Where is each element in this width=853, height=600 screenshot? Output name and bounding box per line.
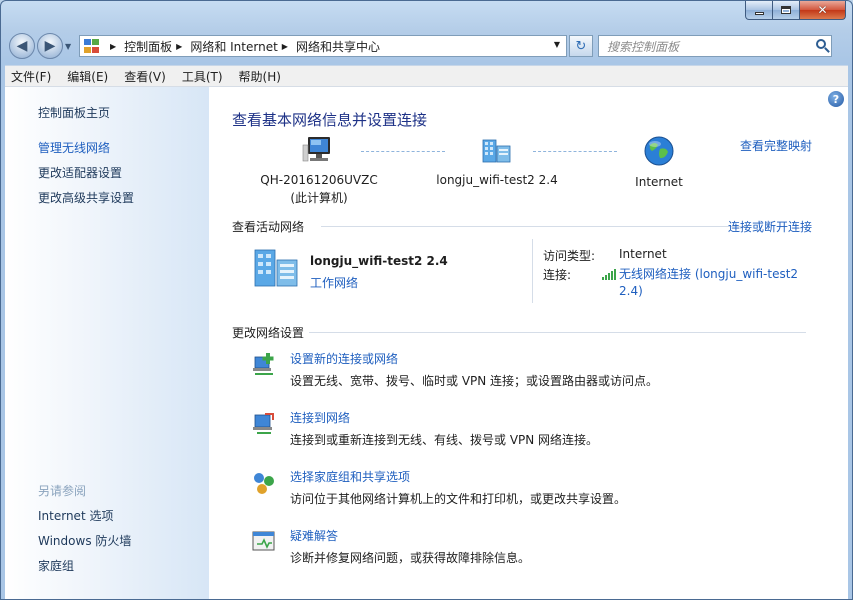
page-title: 查看基本网络信息并设置连接 [232,111,428,129]
new-connection-icon [253,353,274,375]
task-title-link[interactable]: 连接到网络 [290,409,350,426]
address-bar[interactable]: ▶ 控制面板 ▶ 网络和 Internet ▶ 网络和共享中心 ▼ [79,35,567,57]
task-description: 访问位于其他网络计算机上的文件和打印机，或更改共享设置。 [290,492,627,506]
content-area: 控制面板主页 管理无线网络 更改适配器设置 更改高级共享设置 另请参阅 Inte… [5,87,848,599]
navigation-bar: ◀ ▶ ▼ ▶ 控制面板 ▶ 网络和 Internet ▶ 网络和共享中心 ▼ ↻ … [9,31,844,61]
task-description: 设置无线、宽带、拨号、临时或 VPN 连接；或设置路由器或访问点。 [290,374,659,388]
divider [532,239,533,303]
see-also-homegroup[interactable]: 家庭组 [38,557,131,582]
refresh-icon: ↻ [575,38,587,54]
active-network-name: longju_wifi-test2 2.4 [310,254,448,268]
see-also-windows-firewall[interactable]: Windows 防火墙 [38,532,131,557]
minimize-icon [754,11,764,15]
menu-view[interactable]: 查看(V) [124,68,166,85]
map-connector [533,151,617,152]
search-icon[interactable] [816,39,826,49]
menu-bar: 文件(F) 编辑(E) 查看(V) 工具(T) 帮助(H) [5,65,848,87]
wireless-connection-link[interactable]: 无线网络连接 (longju_wifi-test2 2.4) [619,266,809,300]
breadcrumb-item[interactable]: 控制面板 ▶ [124,38,190,55]
breadcrumb-item[interactable]: 网络和共享中心 [296,38,380,55]
control-panel-home-link[interactable]: 控制面板主页 [38,104,110,121]
connect-disconnect-link[interactable]: 连接或断开连接 [728,218,812,235]
internet-globe-icon [644,136,674,166]
maximize-icon [781,6,791,14]
close-button[interactable]: ✕ [800,1,846,20]
task-title-link[interactable]: 设置新的连接或网络 [290,350,398,367]
map-computer-caption: (此计算机) [290,191,348,205]
homegroup-icon [254,473,274,494]
see-also-header: 另请参阅 [38,484,87,498]
map-network-name: longju_wifi-test2 2.4 [436,173,558,187]
map-network-node: longju_wifi-test2 2.4 [417,137,577,187]
network-icon [482,139,511,163]
control-panel-icon [84,39,100,53]
address-dropdown-icon[interactable]: ▼ [554,40,560,49]
task-description: 连接到或重新连接到无线、有线、拨号或 VPN 网络连接。 [290,433,599,447]
menu-file[interactable]: 文件(F) [11,68,51,85]
network-sharing-center-window: ✕ ◀ ▶ ▼ ▶ 控制面板 ▶ 网络和 Internet ▶ 网络和共享中心 ▼ … [0,0,853,600]
connect-network-icon [253,413,274,434]
caption-buttons: ✕ [745,1,846,20]
connection-label: 连接: [543,268,572,282]
maximize-button[interactable] [773,1,800,20]
task-title-link[interactable]: 选择家庭组和共享选项 [290,468,410,485]
search-input[interactable]: 搜索控制面板 [598,35,832,57]
task-description: 诊断并修复网络问题，或获得故障排除信息。 [290,551,531,565]
menu-help[interactable]: 帮助(H) [239,68,281,85]
close-icon: ✕ [817,3,828,17]
minimize-button[interactable] [745,1,773,20]
main-panel: ? 查看基本网络信息并设置连接 查看完整映射 QH-20161206UVZC (… [209,87,848,599]
help-icon[interactable]: ? [828,91,844,107]
recent-pages-dropdown[interactable]: ▼ [65,42,77,51]
breadcrumb-item[interactable]: 网络和 Internet ▶ [190,38,296,55]
forward-arrow-icon: ▶ [44,38,56,54]
sidebar-item-manage-wireless[interactable]: 管理无线网络 [38,139,134,164]
menu-edit[interactable]: 编辑(E) [67,68,108,85]
divider [321,226,748,227]
sidebar-tasks: 管理无线网络 更改适配器设置 更改高级共享设置 [38,139,134,214]
task-title-link[interactable]: 疑难解答 [290,527,338,544]
wifi-signal-icon [602,269,616,280]
see-also-section: 另请参阅 Internet 选项 Windows 防火墙 家庭组 [38,482,131,582]
computer-icon [302,137,330,162]
sidebar-item-advanced-sharing[interactable]: 更改高级共享设置 [38,189,134,214]
forward-button[interactable]: ▶ [37,33,63,59]
divider [309,332,806,333]
see-full-map-link[interactable]: 查看完整映射 [740,137,812,154]
sidebar-item-adapter-settings[interactable]: 更改适配器设置 [38,164,134,189]
access-type-label: 访问类型: [543,249,596,263]
breadcrumb-separator-icon: ▶ [110,41,117,51]
menu-tools[interactable]: 工具(T) [182,68,223,85]
see-also-internet-options[interactable]: Internet 选项 [38,507,131,532]
map-internet-node: Internet [609,135,709,189]
work-network-icon [254,249,298,287]
troubleshoot-icon [252,531,275,551]
map-computer-name: QH-20161206UVZC [260,173,378,187]
map-internet-label: Internet [635,175,683,189]
back-arrow-icon: ◀ [16,38,28,54]
breadcrumb-separator-icon[interactable]: ▶ [282,42,288,51]
change-settings-header: 更改网络设置 [232,326,305,340]
active-networks-header: 查看活动网络 [232,220,305,234]
network-type-link[interactable]: 工作网络 [310,274,358,291]
access-type-value: Internet [619,247,667,261]
back-button[interactable]: ◀ [9,33,35,59]
map-computer-node: QH-20161206UVZC (此计算机) [249,135,389,206]
sidebar: 控制面板主页 管理无线网络 更改适配器设置 更改高级共享设置 另请参阅 Inte… [5,87,209,599]
refresh-button[interactable]: ↻ [569,35,593,57]
breadcrumb-separator-icon[interactable]: ▶ [176,42,182,51]
